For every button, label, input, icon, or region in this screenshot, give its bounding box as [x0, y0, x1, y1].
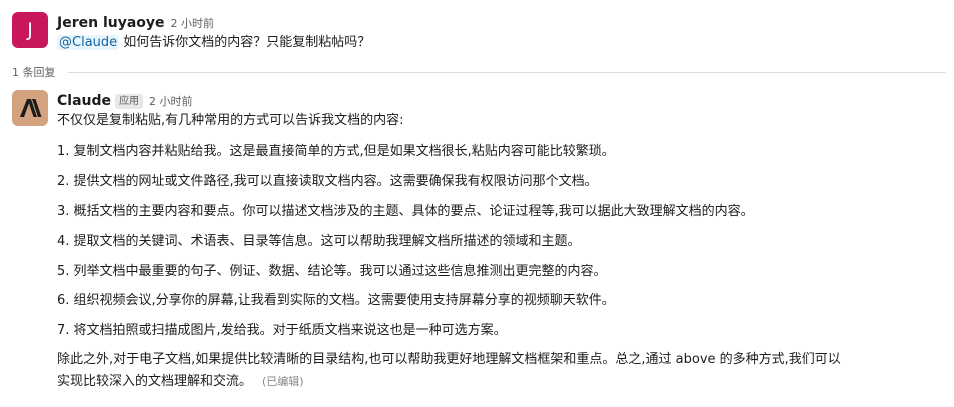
avatar-claude[interactable]: [12, 90, 48, 126]
list-item: 6. 组织视频会议,分享你的屏幕,让我看到实际的文档。这需要使用支持屏幕分享的视…: [57, 293, 615, 308]
app-badge: 应用: [115, 94, 144, 109]
closing-text: 实现比较深入的文档理解和交流。: [57, 374, 253, 389]
list-item: 7. 将文档拍照或扫描成图片,发给我。对于纸质文档来说这也是一种可选方案。: [57, 323, 507, 338]
list-item: 1. 复制文档内容并粘贴给我。这是最直接简单的方式,但是如果文档很长,粘贴内容可…: [57, 144, 615, 159]
author-name-claude[interactable]: Claude: [57, 93, 111, 109]
reply-closing-line2: 实现比较深入的文档理解和交流。 (已编辑): [57, 373, 304, 391]
avatar-jeren[interactable]: J: [12, 12, 48, 48]
timestamp[interactable]: 2 小时前: [171, 17, 215, 30]
avatar-letter: J: [27, 19, 33, 41]
list-item: 3. 概括文档的主要内容和要点。你可以描述文档涉及的主题、具体的要点、论证过程等…: [57, 204, 754, 219]
message-text: 如何告诉你文档的内容？只能复制粘帖吗？: [119, 35, 371, 50]
claude-logo-icon: [20, 99, 42, 117]
reply-count[interactable]: 1 条回复: [12, 64, 56, 80]
thread-divider: [68, 72, 946, 73]
list-item: 4. 提取文档的关键词、术语表、目录等信息。这可以帮助我理解文档所描述的领域和主…: [57, 234, 581, 249]
reply-intro: 不仅仅是复制粘贴,有几种常用的方式可以告诉我文档的内容:: [57, 113, 404, 128]
mention-claude[interactable]: @Claude: [57, 35, 120, 50]
message-header-claude: Claude 应用 2 小时前: [57, 90, 193, 109]
edited-label: (已编辑): [262, 375, 304, 388]
message-body-jeren: @Claude 如何告诉你文档的内容？只能复制粘帖吗？: [57, 34, 370, 52]
message-header-jeren: Jeren luyaoye 2 小时前: [57, 12, 214, 31]
author-name[interactable]: Jeren luyaoye: [57, 15, 165, 31]
timestamp-claude[interactable]: 2 小时前: [149, 95, 193, 108]
list-item: 2. 提供文档的网址或文件路径,我可以直接读取文档内容。这需要确保我有权限访问那…: [57, 174, 598, 189]
list-item: 5. 列举文档中最重要的句子、例证、数据、结论等。我可以通过这些信息推测出更完整…: [57, 264, 607, 279]
reply-closing-line1: 除此之外,对于电子文档,如果提供比较清晰的目录结构,也可以帮助我更好地理解文档框…: [57, 352, 841, 367]
